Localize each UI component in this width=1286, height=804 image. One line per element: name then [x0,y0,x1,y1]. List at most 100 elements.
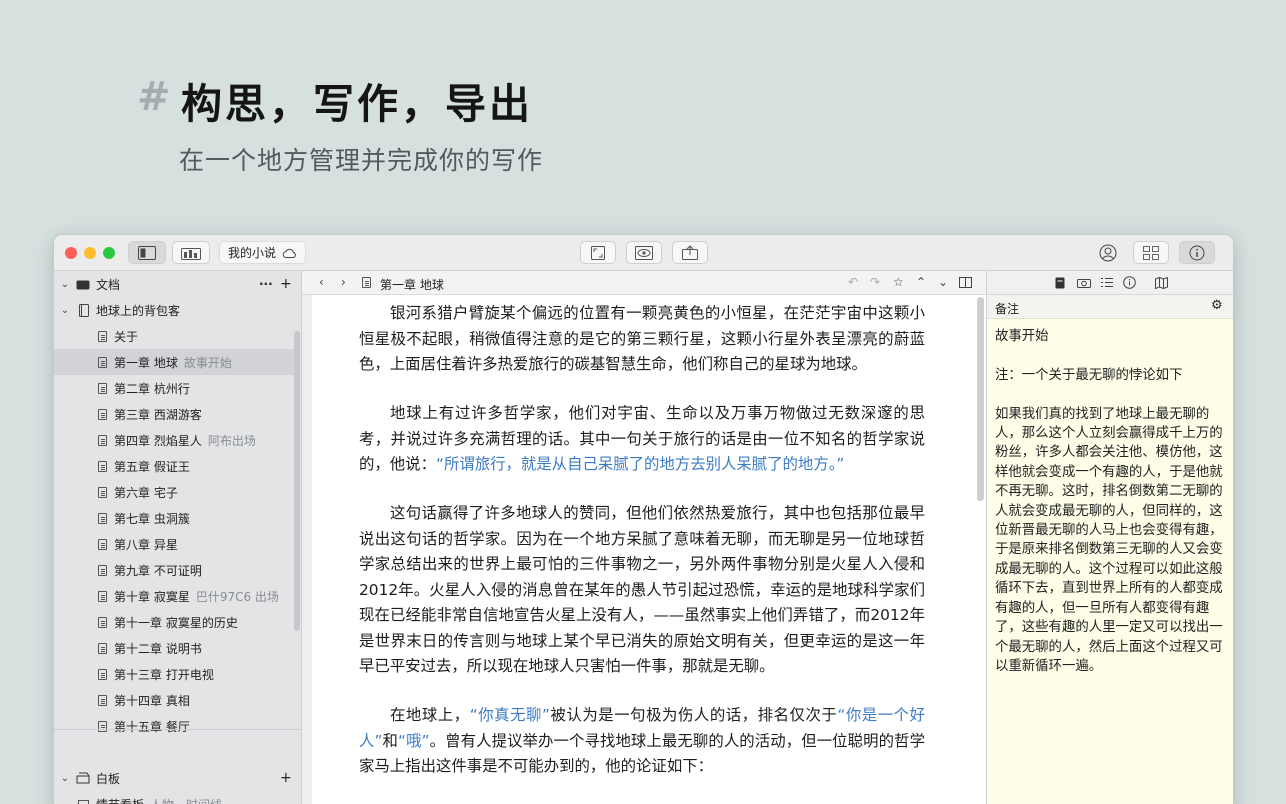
sidebar-item-chapter[interactable]: 第一章 地球 故事开始 [54,349,294,375]
info-icon[interactable] [1123,276,1136,289]
chapter-meta: 阿布出场 [207,433,256,448]
sidebar-item-chapter[interactable]: 第二章 杭州行 [54,375,294,401]
board-item[interactable]: 情节看板人物、时间线 [54,791,294,804]
info-icon [1189,245,1205,260]
cloud-icon [282,248,296,258]
quote-link[interactable]: “哦” [398,732,430,750]
export-button[interactable] [672,241,708,264]
sidebar-item-chapter[interactable]: 第十章 寂寞星 巴什97C6 出场 [54,583,294,609]
inspector-toggle-button[interactable] [1179,241,1215,264]
sidebar-item-chapter[interactable]: 第四章 烈焰星人 阿布出场 [54,427,294,453]
paragraph-4: 在地球上，“你真无聊”被认为是一句极为伤人的话，排名仅次于“你是一个好人”和“哦… [359,703,925,780]
camera-icon[interactable] [1077,277,1091,288]
library-button[interactable] [1133,241,1169,264]
chapter-label: 第五章 假证王 [114,459,190,474]
back-icon[interactable]: ‹ [319,275,324,289]
sidebar: ⌄ 文档 ··· + ⌄ 地球上的背包客 关于 第一章 地球 故事开始第二章 杭州行… [54,271,302,804]
more-icon[interactable]: ··· [259,277,273,291]
paragraph-4-text-d: 。曾有人提议举办一个寻找地球上最无聊的人的活动，但一位聪明的哲学家马上指出这件事… [359,731,925,776]
chapter-meta: 巴什97C6 出场 [195,589,279,604]
document-icon [98,330,107,342]
boards-section-header[interactable]: ⌄ 白板 + [54,765,294,791]
sidebar-item-chapter[interactable]: 第十三章 打开电视 [54,661,294,687]
expand-icon [591,245,605,260]
inspector-tabs [987,271,1233,295]
tray-icon [76,772,90,784]
document-icon [98,668,107,680]
grid-icon [1143,245,1159,260]
board-icon [181,247,201,260]
chevron-up-icon[interactable]: ⌃ [916,275,926,289]
chevron-down-icon[interactable]: ⌄ [938,275,948,289]
redo-icon[interactable]: ↷ [870,275,880,289]
sidebar-item-chapter[interactable]: 第九章 不可证明 [54,557,294,583]
add-board-button[interactable]: + [280,770,292,786]
sidebar-scrollbar[interactable] [294,331,300,631]
editor-scrollbar[interactable] [977,297,984,501]
add-doc-button[interactable]: + [280,276,292,292]
forward-icon[interactable]: › [341,275,346,289]
paragraph-3: 这句话赢得了许多地球人的赞同，但他们依然热爱旅行，其中也包括那位最早说出这句话的… [359,504,925,675]
close-window-button[interactable] [65,247,77,259]
split-view-icon[interactable] [959,277,972,288]
paragraph-4-text-a: 在地球上， [390,706,470,724]
map-icon[interactable] [1155,277,1168,289]
star-icon[interactable]: ☆ [893,275,904,289]
undo-icon[interactable]: ↶ [848,275,858,289]
chapter-label: 第十二章 说明书 [114,641,202,656]
notes-text[interactable]: 故事开始 注：一个关于最无聊的悖论如下 如果我们真的找到了地球上最无聊的人，那么… [995,327,1231,676]
book-icon [79,303,89,317]
paragraph-1: 银河系猎户臂旋某个偏远的位置有一颗亮黄色的小恒星，在茫茫宇宙中这颗小恒星极不起眼… [359,304,925,373]
hero-subtitle: 在一个地方管理并完成你的写作 [179,146,544,175]
quote-link[interactable]: “所谓旅行，就是从自己呆腻了的地方去别人呆腻了的地方。” [436,455,844,473]
gear-icon[interactable]: ⚙ [1211,298,1223,313]
quote-link[interactable]: “你真无聊” [470,706,550,724]
inspector-panel: 备注 ⚙ 故事开始 注：一个关于最无聊的悖论如下 如果我们真的找到了地球上最无聊… [986,271,1233,804]
sidebar-item-chapter[interactable]: 第六章 宅子 [54,479,294,505]
drive-icon [76,280,90,289]
document-icon [98,538,107,550]
sidebar-toggle-button[interactable] [128,241,166,264]
board-meta: 人物、时间线 [150,796,222,804]
sidebar-item-chapter[interactable]: 第七章 虫洞簇 [54,505,294,531]
zoom-window-button[interactable] [103,247,115,259]
document-icon [98,434,107,446]
boards-label: 白板 [96,771,121,786]
preview-button[interactable] [626,241,662,264]
fullscreen-button[interactable] [580,241,616,264]
note-icon[interactable] [1055,277,1065,289]
document-icon [98,590,107,602]
document-icon [98,486,107,498]
list-icon[interactable] [1101,277,1113,288]
document-title: 第一章 地球 [380,278,444,292]
sidebar-item-chapter[interactable]: 关于 [54,323,294,349]
document-icon [98,564,107,576]
sidebar-item-chapter[interactable]: 第十五章 餐厅 [54,713,294,739]
chapter-label: 第八章 异星 [114,537,178,552]
board-icon [78,799,89,804]
sidebar-item-chapter[interactable]: 第十一章 寂寞星的历史 [54,609,294,635]
account-button[interactable] [1095,241,1121,264]
sidebar-item-chapter[interactable]: 第五章 假证王 [54,453,294,479]
sidebar-item-chapter[interactable]: 第三章 西湖游客 [54,401,294,427]
chapter-label: 第二章 杭州行 [114,381,190,396]
chevron-down-icon: ⌄ [60,304,70,316]
sidebar-item-chapter[interactable]: 第十二章 说明书 [54,635,294,661]
document-icon [98,512,107,524]
docs-section-header[interactable]: ⌄ 文档 ··· + [54,271,294,297]
paragraph-4-text-b: 被认为是一句极为伤人的话，排名仅次于 [549,706,838,724]
sidebar-item-chapter[interactable]: 第八章 异星 [54,531,294,557]
minimize-window-button[interactable] [84,247,96,259]
document-icon [98,460,107,472]
docs-label: 文档 [96,277,121,292]
chapter-label: 第十四章 真相 [114,693,190,708]
project-chip[interactable]: 我的小说 [219,241,307,264]
document-icon [98,408,107,420]
paragraph-4-text-c: 和 [382,731,399,750]
chapter-label: 第九章 不可证明 [114,563,202,578]
notes-header: 备注 ⚙ [987,295,1233,319]
project-row[interactable]: ⌄ 地球上的背包客 [54,297,294,323]
boards-view-button[interactable] [172,241,210,264]
editor-content[interactable]: 银河系猎户臂旋某个偏远的位置有一颗亮黄色的小恒星，在茫茫宇宙中这颗小恒星极不起眼… [302,295,986,804]
sidebar-item-chapter[interactable]: 第十四章 真相 [54,687,294,713]
